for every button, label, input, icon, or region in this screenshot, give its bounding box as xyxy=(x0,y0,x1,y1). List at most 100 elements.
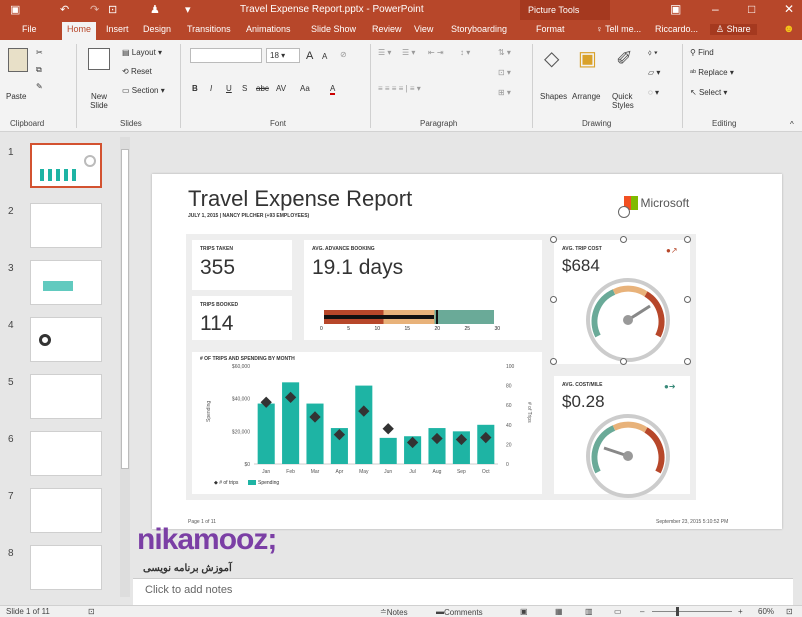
paste-icon[interactable] xyxy=(8,48,28,74)
normal-view-icon[interactable]: ▣ xyxy=(520,607,528,616)
tab-home[interactable]: Home xyxy=(62,22,97,40)
font-color-button[interactable]: A xyxy=(330,84,336,95)
bullets-icon[interactable]: ☰ ▾ xyxy=(378,48,391,57)
slide-thumbnail-7[interactable] xyxy=(30,488,102,533)
tab-view[interactable]: View xyxy=(414,24,433,34)
card-trips-booked[interactable]: TRIPS BOOKED 114 xyxy=(186,290,298,346)
font-size-box[interactable]: 18 ▾ xyxy=(266,48,300,63)
card-cost-mile[interactable]: AVG. COST/MILE $0.28 ●➜ xyxy=(548,370,696,500)
smartart-icon[interactable]: ⊞ ▾ xyxy=(498,88,511,97)
tab-design[interactable]: Design xyxy=(143,24,171,34)
character-spacing-button[interactable]: AV xyxy=(276,84,286,93)
change-case-button[interactable]: Aa xyxy=(300,84,310,93)
shape-outline-icon[interactable]: ▱ ▾ xyxy=(648,68,660,77)
new-slide-icon[interactable] xyxy=(88,48,110,72)
scrollbar-thumb[interactable] xyxy=(121,149,129,469)
canvas-scrollbar[interactable] xyxy=(793,133,802,605)
zoom-level[interactable]: 60% xyxy=(758,607,774,616)
align-text-icon[interactable]: ⊡ ▾ xyxy=(498,68,511,77)
clear-formatting-icon[interactable]: ⊘ xyxy=(340,50,347,59)
resize-handle[interactable] xyxy=(620,358,627,365)
arrange-button[interactable]: Arrange xyxy=(572,92,600,101)
tell-me-search[interactable]: ♀ Tell me... xyxy=(596,24,641,34)
thumbnails-scrollbar[interactable] xyxy=(120,137,130,597)
notes-placeholder[interactable]: Click to add notes xyxy=(145,584,232,596)
undo-icon[interactable]: ↶ xyxy=(60,3,69,16)
slide[interactable]: Travel Expense Report JULY 1, 2015 | NAN… xyxy=(152,174,782,529)
shapes-button[interactable]: Shapes xyxy=(540,92,567,101)
slide-subtitle[interactable]: JULY 1, 2015 | NANCY PILCHER (+93 EMPLOY… xyxy=(188,213,309,219)
close-button[interactable]: ✕ xyxy=(784,2,794,16)
slide-sorter-icon[interactable]: ▦ xyxy=(555,607,563,616)
accessibility-icon[interactable]: ⊡ xyxy=(88,607,95,616)
shape-effects-icon[interactable]: ◌ ▾ xyxy=(648,88,659,97)
fit-to-window-icon[interactable]: ⊡ xyxy=(786,607,793,616)
card-chart[interactable]: # OF TRIPS AND SPENDING BY MONTH Spending… xyxy=(186,346,548,500)
bold-button[interactable]: B xyxy=(192,84,198,93)
tab-insert[interactable]: Insert xyxy=(106,24,129,34)
tab-transitions[interactable]: Transitions xyxy=(187,24,231,34)
zoom-slider-thumb[interactable] xyxy=(676,607,679,616)
resize-handle[interactable] xyxy=(550,296,557,303)
resize-handle[interactable] xyxy=(620,236,627,243)
rotate-handle[interactable] xyxy=(618,206,630,218)
font-name-box[interactable] xyxy=(190,48,262,63)
slide-thumbnail-5[interactable] xyxy=(30,374,102,419)
slide-thumbnail-6[interactable] xyxy=(30,431,102,476)
slide-thumbnail-2[interactable] xyxy=(30,203,102,248)
ribbon-display-options-icon[interactable]: ▣ xyxy=(670,2,681,16)
presenter-icon[interactable]: ♟ xyxy=(150,3,160,16)
format-painter-icon[interactable]: ✎ xyxy=(36,82,43,91)
slide-thumbnail-3[interactable] xyxy=(30,260,102,305)
numbering-icon[interactable]: ☰ ▾ xyxy=(402,48,415,57)
arrange-icon[interactable]: ▣ xyxy=(578,46,597,71)
tab-slide-show[interactable]: Slide Show xyxy=(311,24,356,34)
reading-view-icon[interactable]: ▥ xyxy=(585,607,593,616)
slide-thumbnail-8[interactable] xyxy=(30,545,102,590)
slideshow-icon[interactable]: ▭ xyxy=(614,607,622,616)
resize-handle[interactable] xyxy=(684,236,691,243)
zoom-slider[interactable] xyxy=(652,611,732,612)
tab-review[interactable]: Review xyxy=(372,24,402,34)
collapse-ribbon-icon[interactable]: ^ xyxy=(790,120,794,129)
tab-file[interactable]: File xyxy=(22,24,37,34)
comments-button[interactable]: ▬ Comments xyxy=(436,607,483,617)
tab-storyboarding[interactable]: Storyboarding xyxy=(451,24,507,34)
slide-title[interactable]: Travel Expense Report xyxy=(188,186,412,212)
card-trip-cost[interactable]: AVG. TRIP COST $684 ●↗ xyxy=(548,234,696,370)
tab-format[interactable]: Format xyxy=(536,24,565,34)
align-icons[interactable]: ≡ ≡ ≡ ≡ | ≡ ▾ xyxy=(378,84,421,93)
copy-icon[interactable]: ⧉ xyxy=(36,65,42,75)
start-from-beginning-icon[interactable]: ⊡ xyxy=(108,3,117,16)
slide-thumbnail-1[interactable] xyxy=(30,143,102,188)
resize-handle[interactable] xyxy=(550,358,557,365)
new-slide-button[interactable]: New Slide xyxy=(82,92,116,110)
grow-font-button[interactable]: A xyxy=(306,50,313,62)
quick-styles-icon[interactable]: ✐ xyxy=(616,46,633,71)
slide-thumbnail-4[interactable] xyxy=(30,317,102,362)
shrink-font-button[interactable]: A xyxy=(322,52,327,61)
underline-button[interactable]: U xyxy=(226,84,232,93)
save-icon[interactable]: ▣ xyxy=(10,3,20,16)
shapes-icon[interactable]: ◇ xyxy=(544,46,559,71)
resize-handle[interactable] xyxy=(550,236,557,243)
indent-icons[interactable]: ⇤ ⇥ xyxy=(428,48,444,57)
section-button[interactable]: ▭ Section ▾ xyxy=(122,86,165,95)
quick-styles-button[interactable]: Quick Styles xyxy=(612,92,646,110)
maximize-button[interactable]: □ xyxy=(748,2,755,16)
replace-button[interactable]: ᵃᵇ Replace ▾ xyxy=(690,68,734,77)
user-account[interactable]: Riccardo... xyxy=(655,24,698,34)
zoom-out-button[interactable]: – xyxy=(640,607,644,616)
find-button[interactable]: ⚲ Find xyxy=(690,48,714,57)
card-advance-booking[interactable]: AVG. ADVANCE BOOKING 19.1 days 0 5 10 15 20 2… xyxy=(298,234,548,346)
cut-icon[interactable]: ✂ xyxy=(36,48,43,57)
zoom-in-button[interactable]: + xyxy=(738,607,743,616)
minimize-button[interactable]: – xyxy=(712,2,719,16)
redo-icon[interactable]: ↷ xyxy=(90,3,99,16)
text-direction-icon[interactable]: ⇅ ▾ xyxy=(498,48,511,57)
paste-button[interactable]: Paste xyxy=(6,92,26,101)
customize-qat-icon[interactable]: ▾ xyxy=(185,3,191,16)
shadow-button[interactable]: S xyxy=(242,84,247,93)
italic-button[interactable]: I xyxy=(210,84,212,93)
reset-button[interactable]: ⟲ Reset xyxy=(122,67,152,76)
